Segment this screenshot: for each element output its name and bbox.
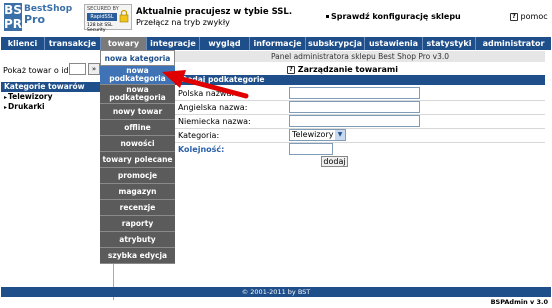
goto-product-button[interactable]: » bbox=[88, 63, 100, 75]
menu-item-reports[interactable]: raporty bbox=[100, 216, 175, 232]
order-input[interactable] bbox=[289, 143, 333, 155]
menu-item-featured[interactable]: towary polecane bbox=[100, 152, 175, 168]
form-row-german-name: Niemiecka nazwa: bbox=[175, 114, 545, 129]
logo-bs-mark: BS PRO bbox=[4, 3, 33, 31]
menu-item-new-category[interactable]: nowa kategoria bbox=[100, 50, 175, 66]
help-icon: ? bbox=[510, 12, 518, 21]
expand-arrow-icon: ▸ bbox=[4, 94, 8, 101]
menu-item-attributes[interactable]: atrybuty bbox=[100, 232, 175, 248]
add-button[interactable]: dodaj bbox=[321, 156, 348, 167]
menu-item-reviews[interactable]: recenzje bbox=[100, 200, 175, 216]
menu-item-new-arrivals[interactable]: nowości bbox=[100, 136, 175, 152]
manage-products-label: Zarządzanie towarami bbox=[297, 65, 398, 74]
panel-subtitle: Panel administratora sklepu Best Shop Pr… bbox=[175, 51, 545, 62]
expand-arrow-icon: ▸ bbox=[4, 104, 8, 111]
red-arrow-annotation bbox=[162, 70, 249, 99]
german-name-input[interactable] bbox=[289, 115, 420, 127]
nav-klienci[interactable]: klienci bbox=[1, 37, 45, 50]
english-name-input[interactable] bbox=[289, 101, 420, 113]
form-row-english-name: Angielska nazwa: bbox=[175, 100, 545, 115]
check-shop-config-link[interactable]: Sprawdź konfigurację sklepu bbox=[326, 12, 461, 21]
categories-title: Kategorie towarów bbox=[1, 82, 113, 92]
menu-item-quick-edit[interactable]: szybka edycja bbox=[100, 248, 175, 264]
polish-name-input[interactable] bbox=[289, 87, 420, 99]
menu-item-warehouse[interactable]: magazyn bbox=[100, 184, 175, 200]
bestshop-pro-logo[interactable]: BS PRO BestShop Pro bbox=[4, 3, 72, 31]
footer-copyright: © 2001-2011 by BST bbox=[1, 287, 551, 297]
help-link[interactable]: ? pomoc bbox=[510, 12, 548, 21]
check-config-label: Sprawdź konfigurację sklepu bbox=[331, 12, 461, 21]
menu-item-offline[interactable]: offline bbox=[100, 120, 175, 136]
nav-informacje[interactable]: informacje bbox=[250, 37, 306, 50]
ssl-badge-rapidssl: RapidSSL bbox=[87, 13, 117, 21]
menu-item-promotions[interactable]: promocje bbox=[100, 168, 175, 184]
menu-item-label: nowa podkategoria bbox=[109, 66, 166, 83]
header: BS PRO BestShop Pro SECURED BY RapidSSL 1… bbox=[0, 0, 552, 34]
nav-subskrypcja[interactable]: subskrypcja bbox=[306, 37, 365, 50]
form-row-category: Kategoria: Telewizory ▼ bbox=[175, 128, 545, 143]
form-row-order: Kolejność: bbox=[175, 142, 545, 157]
german-name-label: Niemiecka nazwa: bbox=[178, 117, 251, 126]
category-select[interactable]: Telewizory ▼ bbox=[289, 129, 346, 141]
category-label: Drukarki bbox=[8, 102, 45, 111]
ssl-badge-security: 128 bit SSL Security bbox=[87, 23, 113, 33]
goto-product-label: Pokaż towar o id: bbox=[3, 66, 72, 75]
help-label: pomoc bbox=[520, 12, 548, 21]
menu-item-new-product[interactable]: nowy towar bbox=[100, 104, 175, 120]
ssl-status-title: Aktualnie pracujesz w tybie SSL. bbox=[136, 7, 293, 17]
chevron-down-icon: ▼ bbox=[335, 130, 345, 140]
switch-to-normal-mode-link[interactable]: Przełącz na tryb zwykły bbox=[136, 18, 230, 27]
category-label: Kategoria: bbox=[178, 131, 220, 140]
main-nav: klienci transakcje towary integracje wyg… bbox=[1, 37, 551, 50]
order-label: Kolejność: bbox=[178, 145, 225, 154]
category-item-telewizory[interactable]: ▸Telewizory bbox=[1, 92, 113, 102]
nav-integracje[interactable]: integracje bbox=[147, 37, 200, 50]
ssl-badge: SECURED BY RapidSSL 128 bit SSL Security bbox=[84, 4, 132, 33]
nav-statystyki[interactable]: statystyki bbox=[423, 37, 476, 50]
bullet-icon bbox=[326, 15, 329, 18]
logo-pro-text: Pro bbox=[24, 13, 46, 26]
ssl-badge-secured-by: SECURED BY bbox=[87, 6, 119, 12]
category-select-value: Telewizory bbox=[292, 130, 334, 139]
nav-wyglad[interactable]: wygląd bbox=[200, 37, 250, 50]
goto-product-id-input[interactable] bbox=[69, 63, 86, 75]
category-item-drukarki[interactable]: ▸Drukarki bbox=[1, 102, 113, 112]
manage-products-link[interactable]: ? Zarządzanie towarami bbox=[287, 65, 398, 74]
english-name-label: Angielska nazwa: bbox=[178, 103, 248, 112]
version-label: BSPAdmin v 3.0 bbox=[490, 298, 548, 306]
lock-icon bbox=[119, 9, 129, 23]
category-label: Telewizory bbox=[8, 92, 53, 101]
nav-administrator[interactable]: administrator bbox=[476, 37, 551, 50]
categories-panel: Kategorie towarów ▸Telewizory ▸Drukarki bbox=[1, 82, 113, 302]
menu-item-label: nowa podkategoria bbox=[109, 85, 166, 102]
help-icon: ? bbox=[287, 65, 295, 74]
nav-ustawienia[interactable]: ustawienia bbox=[365, 37, 423, 50]
nav-transakcje[interactable]: transakcje bbox=[45, 37, 101, 50]
nav-towary[interactable]: towary bbox=[101, 37, 147, 50]
